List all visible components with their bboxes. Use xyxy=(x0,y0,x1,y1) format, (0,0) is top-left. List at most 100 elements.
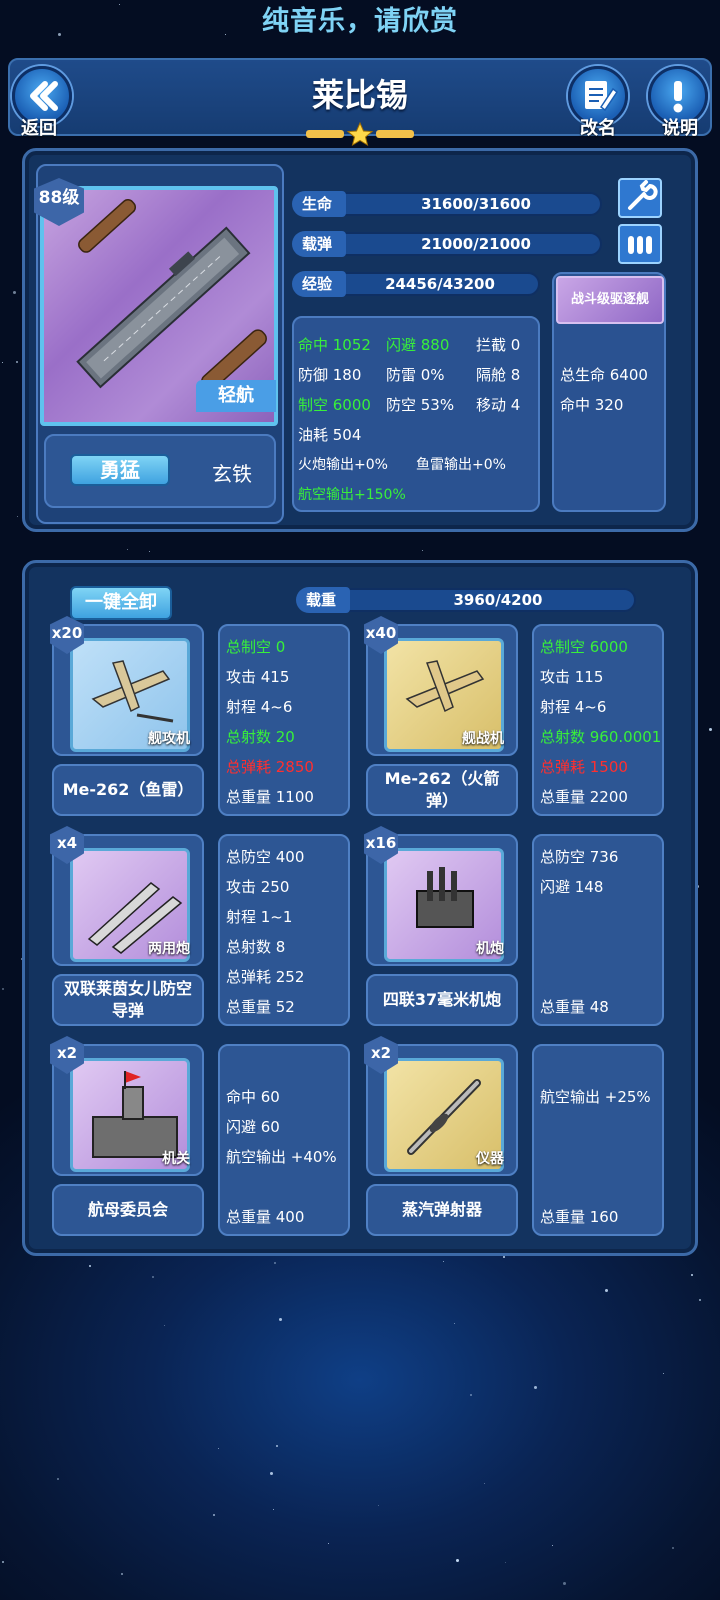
ammo-label: 载弹 xyxy=(292,231,347,257)
music-banner: 纯音乐，请欣赏 xyxy=(262,6,458,37)
unload-all-button[interactable]: 一键全卸 xyxy=(70,586,172,620)
stat-bulkhead: 隔舱 8 xyxy=(476,366,521,384)
equipment-stat: 攻击 415 xyxy=(226,668,290,686)
star-dot xyxy=(470,1394,472,1396)
star-dot xyxy=(17,516,18,517)
star-dot xyxy=(378,1505,379,1506)
resupply-button[interactable] xyxy=(618,224,662,264)
stat-air-output: 航空输出+150% xyxy=(298,487,406,503)
equipment-name[interactable]: Me-262（火箭弹） xyxy=(366,764,518,816)
star-dot xyxy=(563,1582,566,1585)
stat-evasion: 闪避 880 xyxy=(386,336,450,354)
star-dot xyxy=(505,1562,506,1563)
ammo-value: 21000/21000 xyxy=(421,235,531,253)
equipment-name[interactable]: 双联莱茵女儿防空导弹 xyxy=(52,974,204,1026)
trait-button[interactable]: 勇猛 xyxy=(70,454,170,486)
equipment-stat: 航空输出 +25% xyxy=(540,1088,651,1106)
star-dot xyxy=(456,1559,459,1562)
stat-intercept: 拦截 0 xyxy=(476,336,521,354)
star-dot xyxy=(443,1261,444,1262)
star-dot xyxy=(2,1561,4,1563)
equipment-stat: 射程 4~6 xyxy=(540,698,607,716)
equipment-stat: 总重量 52 xyxy=(226,998,295,1016)
star-dot xyxy=(57,1478,59,1480)
upgrade-button[interactable] xyxy=(618,178,662,218)
equipment-name[interactable]: 四联37毫米机炮 xyxy=(366,974,518,1026)
star-dot xyxy=(89,1265,91,1267)
star-dot xyxy=(552,1545,553,1546)
star-dot xyxy=(121,1573,123,1575)
hp-value: 31600/31600 xyxy=(421,195,531,213)
star-dot xyxy=(503,1256,505,1258)
star-dot xyxy=(164,1325,165,1326)
exp-label: 经验 xyxy=(292,271,347,297)
star-dot xyxy=(218,1448,219,1449)
star-dot xyxy=(152,1276,154,1278)
equipment-stat: 命中 60 xyxy=(226,1088,280,1106)
star-dot xyxy=(16,361,18,363)
star-dot xyxy=(2,988,4,990)
equipment-type-label: 仪器 xyxy=(476,1151,504,1167)
star-dot xyxy=(709,728,712,731)
wrench-icon xyxy=(628,180,658,210)
equipment-stat: 攻击 250 xyxy=(226,878,290,896)
equipment-type-label: 两用炮 xyxy=(148,941,190,957)
load-value: 3960/4200 xyxy=(453,591,543,609)
ammo-icon xyxy=(628,236,652,254)
equipment-stat: 总重量 400 xyxy=(226,1208,305,1226)
help-label: 说明 xyxy=(662,118,698,139)
equipment-name[interactable]: 蒸汽弹射器 xyxy=(366,1184,518,1236)
equipment-stat: 总重量 1100 xyxy=(226,788,314,806)
rename-label: 改名 xyxy=(580,118,616,139)
equipment-stat: 总防空 400 xyxy=(226,848,305,866)
bonus-accuracy: 命中 320 xyxy=(560,396,624,414)
stat-defense: 防御 180 xyxy=(298,366,362,384)
equipment-stat: 总弹耗 252 xyxy=(226,968,305,986)
star-dot xyxy=(699,1299,701,1301)
star-dot xyxy=(273,1509,274,1510)
equipment-type-label: 机关 xyxy=(162,1151,190,1167)
star-dot xyxy=(149,551,150,552)
star-dot xyxy=(127,549,128,550)
star-dot xyxy=(422,550,423,551)
equipment-type-label: 舰战机 xyxy=(462,731,504,747)
star-dot xyxy=(663,1373,664,1374)
equipment-stat: 总防空 736 xyxy=(540,848,619,866)
star-dot xyxy=(484,1483,485,1484)
star-dot xyxy=(13,291,16,294)
equipment-stat: 总制空 0 xyxy=(226,638,286,656)
star-icon xyxy=(306,122,414,146)
stat-torpedo-def: 防雷 0% xyxy=(386,366,445,384)
bonus-title[interactable]: 战斗级驱逐舰 xyxy=(556,276,664,324)
stat-fuel: 油耗 504 xyxy=(298,426,362,444)
equipment-stat: 总射数 8 xyxy=(226,938,286,956)
page-title: 莱比锡 xyxy=(311,76,408,114)
equipment-stat: 航空输出 +40% xyxy=(226,1148,337,1166)
equipment-stat: 闪避 60 xyxy=(226,1118,280,1136)
material-label: 玄铁 xyxy=(212,462,252,486)
equipment-stat: 闪避 148 xyxy=(540,878,604,896)
equipment-stat: 总重量 2200 xyxy=(540,788,628,806)
star-dot xyxy=(274,1262,276,1264)
equipment-stat: 总射数 960.0001 xyxy=(540,728,662,746)
stat-gun-output: 火炮输出+0% xyxy=(298,457,388,473)
equipment-stat: 总射数 20 xyxy=(226,728,295,746)
star-dot xyxy=(328,1543,329,1544)
star-dot xyxy=(270,1472,273,1475)
star-dot xyxy=(276,1445,278,1447)
exp-value: 24456/43200 xyxy=(385,275,495,293)
equipment-stat: 总弹耗 2850 xyxy=(226,758,314,776)
equipment-stat: 总制空 6000 xyxy=(540,638,628,656)
star-dot xyxy=(534,1386,537,1389)
star-dot xyxy=(213,1514,215,1516)
star-dot xyxy=(691,1274,693,1276)
star-dot xyxy=(454,1323,455,1324)
star-dot xyxy=(605,1289,608,1292)
equipment-stat: 攻击 115 xyxy=(540,668,604,686)
equipment-name[interactable]: 航母委员会 xyxy=(52,1184,204,1236)
equipment-stat: 总重量 160 xyxy=(540,1208,619,1226)
stat-torp-output: 鱼雷输出+0% xyxy=(416,457,506,473)
load-label: 载重 xyxy=(296,587,351,613)
equipment-name[interactable]: Me-262（鱼雷） xyxy=(52,764,204,816)
stat-move: 移动 4 xyxy=(476,396,521,414)
